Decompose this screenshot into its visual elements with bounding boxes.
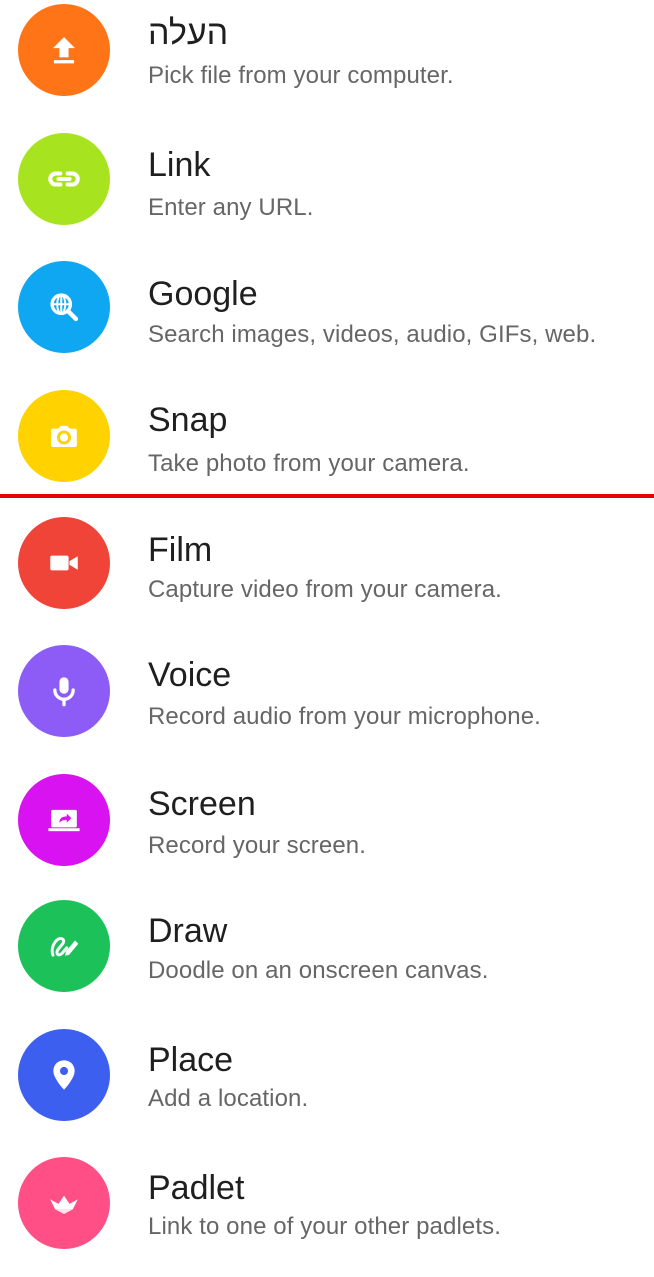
option-subtitle: Link to one of your other padlets. <box>148 1213 501 1240</box>
option-film[interactable]: Film Capture video from your camera. <box>0 515 654 635</box>
option-title: Padlet <box>148 1169 245 1207</box>
option-title: Google <box>148 275 258 313</box>
option-link[interactable]: Link Enter any URL. <box>0 128 654 248</box>
option-draw[interactable]: Draw Doodle on an onscreen canvas. <box>0 900 654 1020</box>
option-subtitle: Enter any URL. <box>148 194 314 221</box>
option-subtitle: Search images, videos, audio, GIFs, web. <box>148 321 597 348</box>
option-place[interactable]: Place Add a location. <box>0 1029 654 1149</box>
location-pin-icon <box>18 1029 110 1121</box>
option-title: Voice <box>148 656 232 694</box>
padlet-icon <box>18 1157 110 1249</box>
web-search-icon <box>18 261 110 353</box>
option-upload[interactable]: העלה Pick file from your computer. <box>0 0 654 120</box>
option-title: Film <box>148 531 213 569</box>
option-google[interactable]: Google Search images, videos, audio, GIF… <box>0 257 654 377</box>
option-subtitle: Record your screen. <box>148 832 366 859</box>
camera-icon <box>18 390 110 482</box>
link-icon <box>18 133 110 225</box>
option-title: Link <box>148 146 211 184</box>
screen-record-icon <box>18 774 110 866</box>
option-subtitle: Add a location. <box>148 1085 309 1112</box>
option-screen[interactable]: Screen Record your screen. <box>0 772 654 892</box>
option-title: העלה <box>148 14 229 52</box>
option-subtitle: Pick file from your computer. <box>148 62 454 89</box>
option-subtitle: Doodle on an onscreen canvas. <box>148 957 489 984</box>
option-subtitle: Record audio from your microphone. <box>148 703 541 730</box>
option-snap[interactable]: Snap Take photo from your camera. <box>0 386 654 506</box>
attachment-options-list: העלה Pick file from your computer. Link … <box>0 0 654 1249</box>
option-voice[interactable]: Voice Record audio from your microphone. <box>0 643 654 763</box>
option-title: Snap <box>148 401 228 439</box>
option-title: Place <box>148 1041 234 1079</box>
video-camera-icon <box>18 517 110 609</box>
option-subtitle: Capture video from your camera. <box>148 576 502 603</box>
microphone-icon <box>18 645 110 737</box>
option-subtitle: Take photo from your camera. <box>148 450 470 477</box>
option-title: Screen <box>148 785 256 823</box>
upload-icon <box>18 4 110 96</box>
divider-line <box>0 494 654 498</box>
option-title: Draw <box>148 912 228 950</box>
option-padlet[interactable]: Padlet Link to one of your other padlets… <box>0 1157 654 1277</box>
draw-icon <box>18 900 110 992</box>
